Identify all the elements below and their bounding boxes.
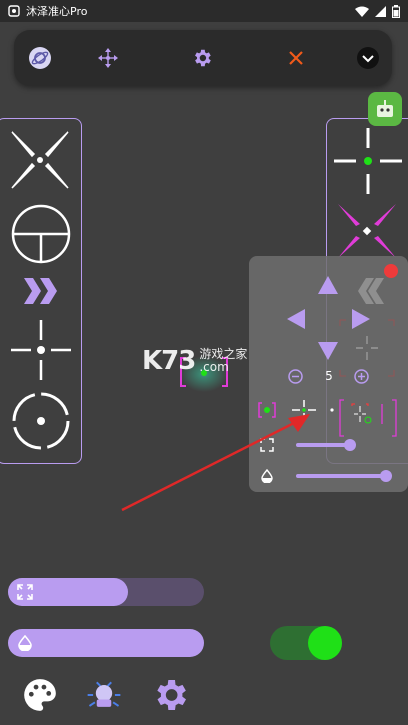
light-button[interactable] <box>84 675 124 715</box>
robot-button[interactable] <box>368 92 402 126</box>
wifi-icon <box>355 6 369 17</box>
style-option-dot[interactable] <box>326 404 338 416</box>
crosshair-option-chevron[interactable] <box>24 278 60 304</box>
palette-icon <box>24 679 56 711</box>
battery-icon <box>392 4 400 18</box>
status-bar: 沐泽准心Pro <box>0 0 408 22</box>
palette-button[interactable] <box>20 675 60 715</box>
expand-icon <box>17 584 33 600</box>
collapse-button[interactable] <box>356 46 380 70</box>
size-value: 5 <box>325 369 333 383</box>
watermark: K73 游戏之家 .com <box>142 346 247 376</box>
signal-icon <box>375 5 386 17</box>
opacity-drop-icon <box>18 635 32 651</box>
planet-button[interactable] <box>28 46 52 70</box>
close-button[interactable] <box>284 46 308 70</box>
crosshair-opacity-slider[interactable] <box>8 629 204 657</box>
top-toolbar <box>14 30 392 86</box>
crosshair-enable-toggle[interactable] <box>270 626 342 660</box>
settings-button[interactable] <box>190 46 214 70</box>
planet-icon <box>29 47 51 69</box>
close-icon <box>289 51 303 65</box>
crosshair-option-green-dot[interactable] <box>334 128 402 194</box>
crosshair-option-circle[interactable] <box>10 390 72 452</box>
settings-bottom-button[interactable] <box>150 675 190 715</box>
popup-size-slider-knob[interactable] <box>344 439 356 451</box>
status-app-name: 沐泽准心Pro <box>26 5 88 18</box>
move-arrows-icon <box>98 48 118 68</box>
light-bulb-icon <box>87 681 121 707</box>
gear-icon <box>157 680 186 710</box>
move-left-button[interactable] <box>287 309 305 329</box>
style-option-group[interactable] <box>338 398 398 438</box>
watermark-logo: K73 <box>142 346 196 376</box>
app-notification-icon <box>8 5 20 17</box>
decrease-button[interactable] <box>288 369 303 384</box>
popup-opacity-slider-knob[interactable] <box>380 470 392 482</box>
move-button[interactable] <box>96 46 120 70</box>
crosshair-option-scope[interactable] <box>10 203 72 265</box>
faded-chevron-icon <box>358 278 384 304</box>
record-dot[interactable] <box>384 264 398 278</box>
increase-button[interactable] <box>354 369 369 384</box>
annotation-arrow <box>121 414 310 512</box>
move-down-button[interactable] <box>318 342 338 360</box>
crosshair-option-magenta[interactable] <box>336 202 398 260</box>
crosshair-size-slider[interactable] <box>8 578 204 606</box>
toggle-knob <box>308 626 342 660</box>
robot-icon <box>377 100 393 117</box>
crosshair-option-x[interactable] <box>10 130 70 190</box>
gear-icon <box>195 49 211 67</box>
chevron-down-icon <box>357 47 379 69</box>
watermark-line2: .com <box>199 360 229 374</box>
crosshair-option-plus[interactable] <box>9 318 73 382</box>
move-up-button[interactable] <box>318 276 338 294</box>
